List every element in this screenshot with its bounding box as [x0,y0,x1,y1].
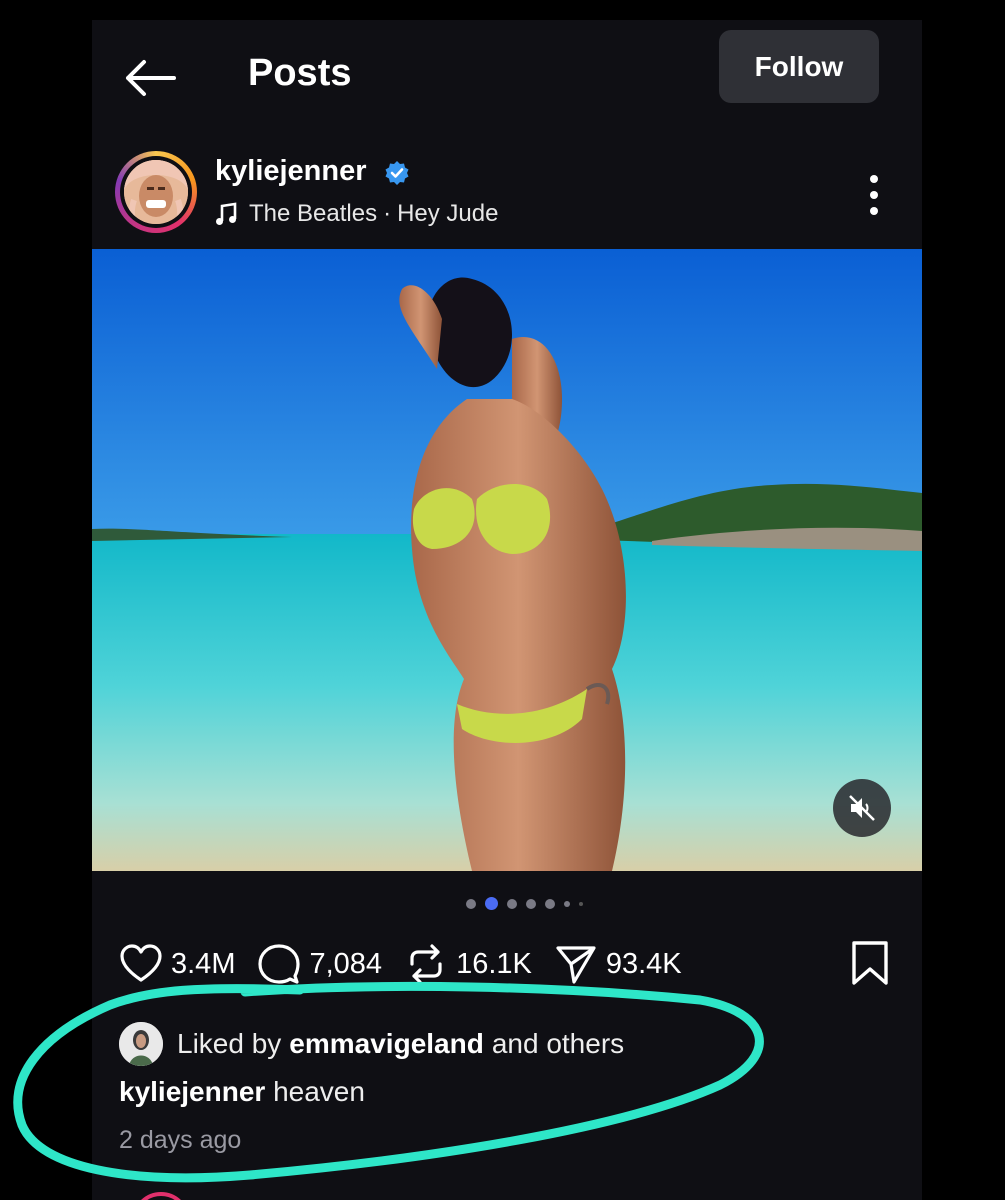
author-avatar[interactable] [115,151,197,233]
carousel-dot [466,898,476,909]
post-image[interactable] [92,249,922,871]
mute-button[interactable] [833,779,891,837]
follow-button[interactable]: Follow [719,30,879,103]
bookmark-icon [852,941,888,985]
like-button[interactable]: 3.4M [119,942,235,986]
comment-button[interactable]: 7,084 [257,942,382,986]
carousel-dot-active [485,897,498,910]
comment-icon [258,944,301,984]
carousel-dot [579,901,583,906]
more-vertical-icon [870,175,878,215]
music-track: Hey Jude [397,200,499,227]
save-button[interactable] [850,940,890,986]
like-count: 3.4M [171,947,236,980]
heart-icon [120,944,162,982]
carousel-dot [507,898,517,909]
post-timestamp: 2 days ago [119,1126,242,1154]
music-note-icon [216,202,237,225]
repost-button[interactable]: 16.1K [404,942,532,986]
caption-username[interactable]: kyliejenner [119,1076,265,1107]
caption-text: heaven [273,1076,365,1107]
post-caption: kyliejenner heaven [119,1076,365,1108]
carousel-dot [564,900,570,907]
liker-avatar [119,1022,163,1066]
back-arrow-icon [126,60,176,96]
music-artist: The Beatles [249,200,378,227]
liked-by-prefix: Liked by [177,1028,282,1059]
share-icon [556,946,596,984]
beach-photo [92,249,922,871]
carousel-dot [526,898,536,909]
comment-count: 7,084 [309,947,383,980]
carousel-dot [545,898,555,909]
liked-by-user[interactable]: emmavigeland [289,1028,484,1060]
author-username[interactable]: kyliejenner [215,155,367,188]
avatar-image [124,160,188,224]
page-title: Posts [248,52,352,94]
liked-by-suffix: and others [491,1028,625,1059]
mute-icon [849,795,875,821]
repost-count: 16.1K [456,947,532,980]
back-button[interactable] [122,56,178,100]
next-post-avatar[interactable] [132,1192,190,1200]
post-screen: Posts Follow kyliejenner The Beatles · H… [92,20,922,1200]
share-count: 93.4K [605,947,682,980]
music-info[interactable]: The Beatles · Hey Jude [215,200,498,228]
repost-icon [410,944,442,984]
share-button[interactable]: 93.4K [554,942,682,986]
liked-by-row[interactable]: Liked by emmavigeland and others [119,1022,624,1066]
more-options-button[interactable] [862,170,886,220]
action-bar: 3.4M 7,084 16.1K 93.4K [119,942,704,986]
verified-badge-icon [385,161,409,185]
carousel-indicator [466,897,583,910]
music-separator: · [383,200,392,227]
